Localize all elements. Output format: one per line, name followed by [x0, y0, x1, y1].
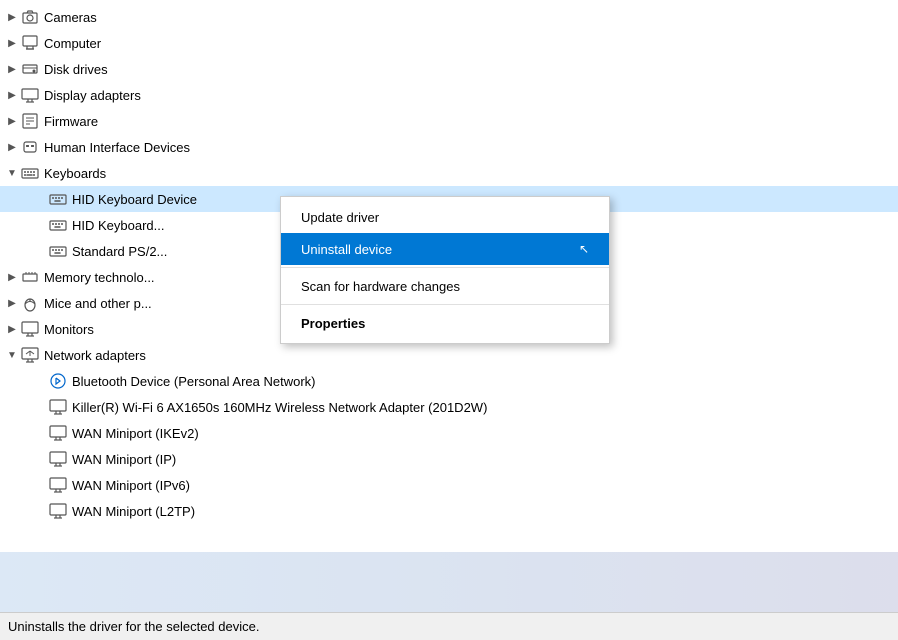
tree-item-display-adapters[interactable]: ▶ Display adapters: [0, 82, 898, 108]
status-bar-text: Uninstalls the driver for the selected d…: [8, 619, 259, 634]
firmware-label: Firmware: [44, 114, 98, 129]
monitors-label: Monitors: [44, 322, 94, 337]
device-manager-panel: ▶ Cameras ▶ Computer ▶ Disk d: [0, 0, 898, 612]
wan-ikev2-icon: [48, 423, 68, 443]
expand-icon-hid: ▶: [4, 139, 20, 155]
tree-item-network-adapters[interactable]: ▼ Network adapters: [0, 342, 898, 368]
hid-keyboard-2-icon: [48, 215, 68, 235]
firmware-icon: [20, 111, 40, 131]
context-menu-update-driver[interactable]: Update driver: [281, 201, 609, 233]
ps2-label: Standard PS/2...: [72, 244, 167, 259]
keyboards-label: Keyboards: [44, 166, 106, 181]
tree-item-firmware[interactable]: ▶ Firmware: [0, 108, 898, 134]
mice-icon: [20, 293, 40, 313]
expand-icon-memory: ▶: [4, 269, 20, 285]
context-menu-uninstall-device[interactable]: Uninstall device ↖: [281, 233, 609, 265]
context-menu-divider: [281, 267, 609, 268]
keyboards-icon: [20, 163, 40, 183]
tree-item-keyboards[interactable]: ▼ Keyboards: [0, 160, 898, 186]
computer-label: Computer: [44, 36, 101, 51]
network-adapters-icon: [20, 345, 40, 365]
wan-l2tp-icon: [48, 501, 68, 521]
tree-item-wan-ipv6[interactable]: ▶ WAN Miniport (IPv6): [0, 472, 898, 498]
network-adapters-label: Network adapters: [44, 348, 146, 363]
expand-icon-computer: ▶: [4, 35, 20, 51]
expand-icon-monitors: ▶: [4, 321, 20, 337]
wan-ip-icon: [48, 449, 68, 469]
hid-keyboard-device-icon: [48, 189, 68, 209]
disk-icon: [20, 59, 40, 79]
killer-wifi-label: Killer(R) Wi-Fi 6 AX1650s 160MHz Wireles…: [72, 400, 487, 415]
disk-drives-label: Disk drives: [44, 62, 108, 77]
computer-icon: [20, 33, 40, 53]
mice-label: Mice and other p...: [44, 296, 152, 311]
hid-keyboard-1-label: HID Keyboard Device: [72, 192, 197, 207]
tree-item-killer-wifi[interactable]: ▶ Killer(R) Wi-Fi 6 AX1650s 160MHz Wirel…: [0, 394, 898, 420]
hid-label: Human Interface Devices: [44, 140, 190, 155]
wan-ikev2-label: WAN Miniport (IKEv2): [72, 426, 199, 441]
status-bar: Uninstalls the driver for the selected d…: [0, 612, 898, 640]
cameras-label: Cameras: [44, 10, 97, 25]
expand-icon-firmware: ▶: [4, 113, 20, 129]
display-icon: [20, 85, 40, 105]
wan-ipv6-icon: [48, 475, 68, 495]
tree-item-disk-drives[interactable]: ▶ Disk drives: [0, 56, 898, 82]
hid-icon: [20, 137, 40, 157]
context-menu-scan-hardware[interactable]: Scan for hardware changes: [281, 270, 609, 302]
memory-label: Memory technolo...: [44, 270, 155, 285]
context-menu-properties[interactable]: Properties: [281, 307, 609, 339]
wan-ipv6-label: WAN Miniport (IPv6): [72, 478, 190, 493]
tree-item-cameras[interactable]: ▶ Cameras: [0, 4, 898, 30]
expand-icon-display: ▶: [4, 87, 20, 103]
expand-icon-cameras: ▶: [4, 9, 20, 25]
memory-icon: [20, 267, 40, 287]
expand-icon-network: ▼: [4, 347, 20, 363]
display-adapters-label: Display adapters: [44, 88, 141, 103]
cursor-icon: ↖: [579, 242, 589, 256]
expand-icon-disk: ▶: [4, 61, 20, 77]
wan-ip-label: WAN Miniport (IP): [72, 452, 176, 467]
tree-item-wan-l2tp[interactable]: ▶ WAN Miniport (L2TP): [0, 498, 898, 524]
tree-item-wan-ip[interactable]: ▶ WAN Miniport (IP): [0, 446, 898, 472]
context-menu-divider-2: [281, 304, 609, 305]
expand-icon-mice: ▶: [4, 295, 20, 311]
monitor-icon: [20, 319, 40, 339]
bluetooth-icon: [48, 371, 68, 391]
context-menu: Update driver Uninstall device ↖ Scan fo…: [280, 196, 610, 344]
killer-wifi-icon: [48, 397, 68, 417]
tree-item-wan-ikev2[interactable]: ▶ WAN Miniport (IKEv2): [0, 420, 898, 446]
camera-icon: [20, 7, 40, 27]
wan-l2tp-label: WAN Miniport (L2TP): [72, 504, 195, 519]
device-manager-window: ▶ Cameras ▶ Computer ▶ Disk d: [0, 0, 898, 640]
ps2-icon: [48, 241, 68, 261]
hid-keyboard-2-label: HID Keyboard...: [72, 218, 165, 233]
bluetooth-label: Bluetooth Device (Personal Area Network): [72, 374, 316, 389]
expand-icon-keyboards: ▼: [4, 165, 20, 181]
tree-item-bluetooth[interactable]: ▶ Bluetooth Device (Personal Area Networ…: [0, 368, 898, 394]
tree-item-hid[interactable]: ▶ Human Interface Devices: [0, 134, 898, 160]
tree-item-computer[interactable]: ▶ Computer: [0, 30, 898, 56]
